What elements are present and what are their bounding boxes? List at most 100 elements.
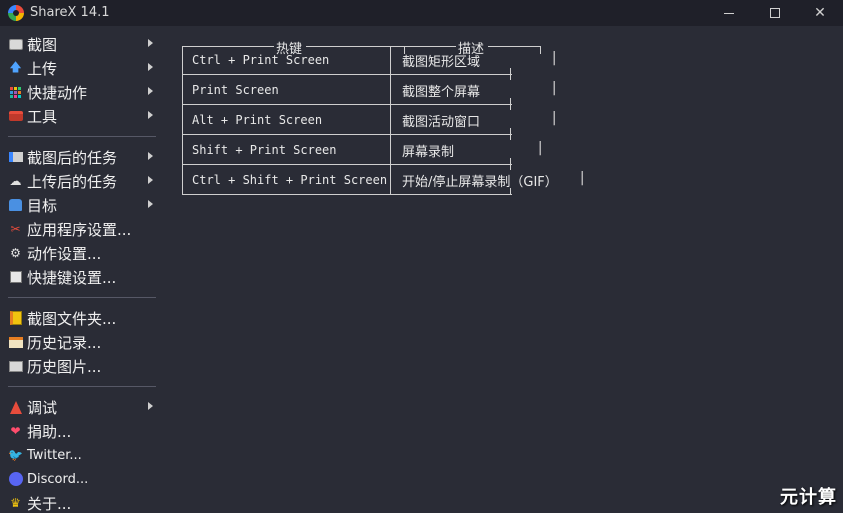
submenu-arrow-icon bbox=[148, 152, 153, 160]
crown-icon: ♛ bbox=[10, 496, 21, 510]
menu-item-label: 快捷键设置... bbox=[27, 268, 117, 287]
menu-item-donate[interactable]: ❤ 捐助... bbox=[0, 419, 162, 443]
discord-icon bbox=[8, 472, 23, 487]
submenu-arrow-icon bbox=[148, 402, 153, 410]
row-pipe: | bbox=[550, 110, 559, 126]
row-separator bbox=[182, 134, 512, 135]
menu-item-label: 捐助... bbox=[27, 422, 72, 441]
minimize-icon bbox=[724, 12, 734, 14]
destination-icon bbox=[8, 198, 23, 213]
table-left-border bbox=[182, 46, 183, 194]
app-settings-icon: ✂ bbox=[10, 222, 21, 236]
row-edge-stub bbox=[510, 128, 511, 140]
submenu-arrow-icon bbox=[148, 63, 153, 71]
dots-grid-icon bbox=[8, 85, 23, 100]
image-history-icon bbox=[8, 359, 23, 374]
folder-icon bbox=[8, 311, 23, 326]
row-separator bbox=[182, 104, 512, 105]
menu-item-label: 上传 bbox=[27, 59, 58, 78]
menu-item-label: 关于... bbox=[27, 494, 72, 513]
menu-item-label: 快捷动作 bbox=[27, 83, 88, 102]
menu-item-label: Twitter... bbox=[27, 447, 82, 463]
description-cell: 截图整个屏幕 bbox=[402, 85, 481, 100]
row-separator bbox=[182, 74, 512, 75]
menu-item-label: 截图后的任务 bbox=[27, 148, 118, 167]
menu-item-label: 截图 bbox=[27, 35, 58, 54]
menu-item-label: 历史记录... bbox=[27, 333, 102, 352]
window-title: ShareX 14.1 bbox=[30, 5, 110, 20]
submenu-arrow-icon bbox=[148, 176, 153, 184]
menu-item-label: 调试 bbox=[27, 398, 58, 417]
menu-separator bbox=[8, 136, 156, 137]
capture-icon bbox=[8, 37, 23, 52]
menu-item-label: Discord... bbox=[27, 471, 89, 487]
menu-item-history[interactable]: 历史记录... bbox=[0, 330, 162, 354]
menu-item-workflows[interactable]: 快捷动作 bbox=[0, 80, 162, 104]
close-icon: ✕ bbox=[814, 5, 826, 21]
gear-icon: ⚙ bbox=[10, 246, 21, 260]
row-edge-stub bbox=[510, 98, 511, 110]
maximize-button[interactable] bbox=[752, 0, 798, 26]
header-tick bbox=[540, 46, 541, 54]
menu-item-twitter[interactable]: 🐦 Twitter... bbox=[0, 443, 162, 467]
sharex-window: ShareX 14.1 ✕ 截图 🡅 上传 快捷动作 工具 截图后的任务 ☁ 上… bbox=[0, 0, 843, 513]
menu-item-screenshots-folder[interactable]: 截图文件夹... bbox=[0, 306, 162, 330]
heart-icon: ❤ bbox=[10, 424, 21, 438]
row-pipe: | bbox=[550, 50, 559, 66]
debug-icon bbox=[8, 400, 23, 415]
history-icon bbox=[8, 335, 23, 350]
menu-item-image-history[interactable]: 历史图片... bbox=[0, 354, 162, 378]
row-edge-stub bbox=[510, 158, 511, 170]
submenu-arrow-icon bbox=[148, 87, 153, 95]
menu-item-after-capture-tasks[interactable]: 截图后的任务 bbox=[0, 145, 162, 169]
menu-item-about[interactable]: ♛ 关于... bbox=[0, 491, 162, 513]
menu-separator bbox=[8, 386, 156, 387]
menu-item-capture[interactable]: 截图 bbox=[0, 32, 162, 56]
menu-item-after-upload-tasks[interactable]: ☁ 上传后的任务 bbox=[0, 169, 162, 193]
menu-item-label: 应用程序设置... bbox=[27, 220, 132, 239]
after-capture-icon bbox=[8, 150, 23, 165]
toolbox-icon bbox=[8, 109, 23, 124]
after-upload-icon: ☁ bbox=[9, 174, 22, 188]
hotkey-cell: Shift + Print Screen bbox=[192, 143, 337, 157]
table-column-divider bbox=[390, 46, 391, 194]
hotkey-cell: Ctrl + Print Screen bbox=[192, 53, 330, 67]
menu-item-app-settings[interactable]: ✂ 应用程序设置... bbox=[0, 217, 162, 241]
menu-item-label: 上传后的任务 bbox=[27, 172, 118, 191]
menu-item-label: 截图文件夹... bbox=[27, 309, 117, 328]
menu-item-upload[interactable]: 🡅 上传 bbox=[0, 56, 162, 80]
menu-item-hotkey-settings[interactable]: 快捷键设置... bbox=[0, 265, 162, 289]
description-cell: 截图矩形区域 bbox=[402, 55, 481, 70]
hotkey-icon bbox=[8, 270, 23, 285]
table-bottom-border bbox=[182, 194, 512, 195]
title-bar: ShareX 14.1 ✕ bbox=[0, 0, 843, 26]
hotkey-cell: Alt + Print Screen bbox=[192, 113, 323, 127]
row-separator bbox=[182, 164, 512, 165]
table-top-border bbox=[182, 46, 274, 47]
maximize-icon bbox=[770, 8, 780, 18]
upload-arrow-icon: 🡅 bbox=[9, 59, 22, 74]
row-pipe: | bbox=[550, 80, 559, 96]
menu-item-discord[interactable]: Discord... bbox=[0, 467, 162, 491]
menu-item-destinations[interactable]: 目标 bbox=[0, 193, 162, 217]
menu-item-tools[interactable]: 工具 bbox=[0, 104, 162, 128]
hotkey-cell: Ctrl + Shift + Print Screen bbox=[192, 173, 388, 187]
menu-item-label: 工具 bbox=[27, 107, 58, 126]
main-menu: 截图 🡅 上传 快捷动作 工具 截图后的任务 ☁ 上传后的任务 目标 ✂ 应用程… bbox=[0, 32, 162, 513]
description-cell: 截图活动窗口 bbox=[402, 115, 481, 130]
table-top-border bbox=[306, 46, 456, 47]
twitter-icon: 🐦 bbox=[8, 448, 23, 462]
description-cell: 开始/停止屏幕录制（GIF） bbox=[402, 175, 558, 190]
row-pipe: | bbox=[536, 140, 545, 156]
menu-separator bbox=[8, 297, 156, 298]
menu-item-label: 目标 bbox=[27, 196, 58, 215]
sharex-logo-icon bbox=[8, 5, 24, 21]
row-pipe: | bbox=[578, 170, 587, 186]
menu-item-debug[interactable]: 调试 bbox=[0, 395, 162, 419]
row-edge-stub bbox=[510, 68, 511, 80]
watermark: 元计算 bbox=[780, 487, 837, 508]
submenu-arrow-icon bbox=[148, 200, 153, 208]
minimize-button[interactable] bbox=[706, 0, 752, 26]
close-button[interactable]: ✕ bbox=[797, 0, 843, 26]
menu-item-task-settings[interactable]: ⚙ 动作设置... bbox=[0, 241, 162, 265]
